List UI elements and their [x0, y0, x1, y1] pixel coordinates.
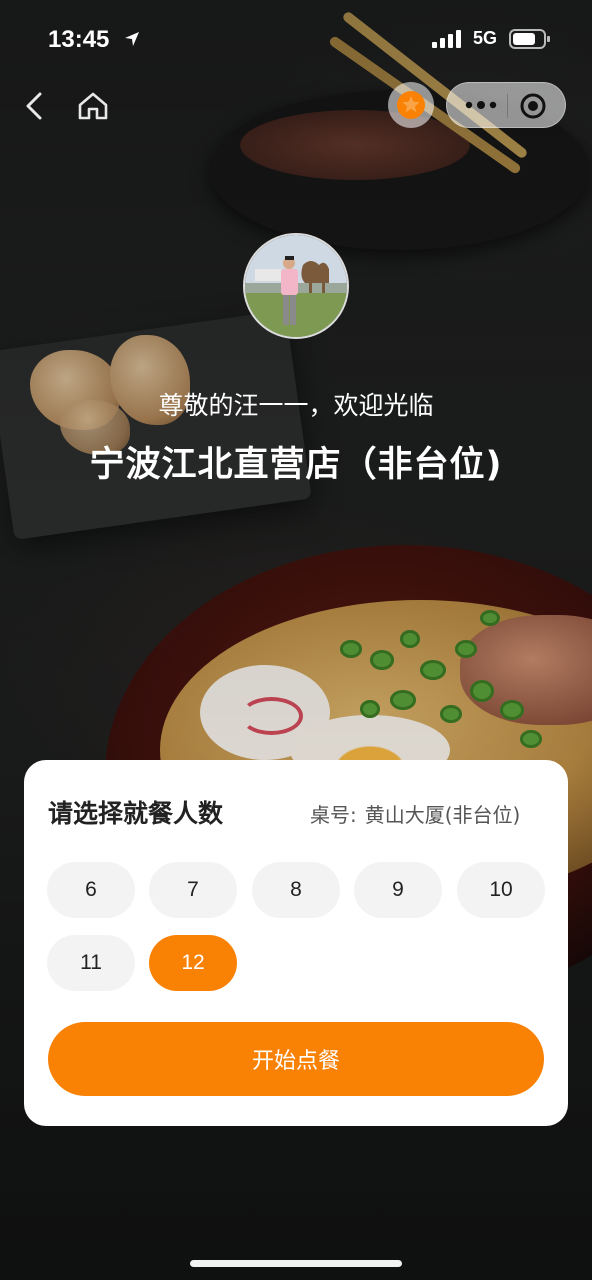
target-circle-icon[interactable] — [519, 92, 547, 120]
party-size-option-12-selected[interactable]: 12 — [149, 935, 237, 991]
battery-icon — [509, 29, 550, 49]
party-size-option-10[interactable]: 10 — [457, 862, 545, 918]
network-type: 5G — [473, 28, 498, 48]
avatar-photo — [245, 235, 347, 337]
party-size-option-8[interactable]: 8 — [252, 862, 340, 918]
table-number-label: 桌号: — [310, 803, 357, 827]
table-number-value: 黄山大厦(非台位) — [364, 803, 521, 827]
home-indicator[interactable] — [190, 1260, 402, 1267]
start-order-button[interactable]: 开始点餐 — [48, 1022, 544, 1096]
party-size-option-9[interactable]: 9 — [354, 862, 442, 918]
party-size-option-6[interactable]: 6 — [47, 862, 135, 918]
party-size-title: 请选择就餐人数 — [48, 799, 224, 828]
status-bar: 13:45 5G — [0, 0, 592, 80]
mini-program-navbar — [0, 80, 592, 132]
store-name: 宁波江北直营店（非台位) — [89, 445, 503, 485]
avatar — [243, 233, 349, 339]
location-arrow-icon — [125, 32, 139, 46]
capsule-divider — [507, 94, 508, 118]
status-time: 13:45 — [48, 26, 110, 53]
party-size-option-7[interactable]: 7 — [149, 862, 237, 918]
chevron-left-icon[interactable] — [22, 90, 50, 122]
home-icon[interactable] — [76, 90, 110, 122]
table-number: 桌号: 黄山大厦(非台位) — [310, 799, 520, 828]
signal-bars-icon — [432, 30, 461, 48]
welcome-greeting: 尊敬的汪一一，欢迎光临 — [158, 391, 434, 420]
mini-program-capsule — [446, 82, 566, 128]
favorite-button[interactable] — [388, 82, 434, 128]
party-size-card: 请选择就餐人数 桌号: 黄山大厦(非台位) 6 7 8 9 10 11 12 开始… — [24, 760, 568, 1126]
star-icon — [397, 91, 425, 119]
party-size-option-11[interactable]: 11 — [47, 935, 135, 991]
more-dots-icon[interactable] — [461, 95, 501, 115]
